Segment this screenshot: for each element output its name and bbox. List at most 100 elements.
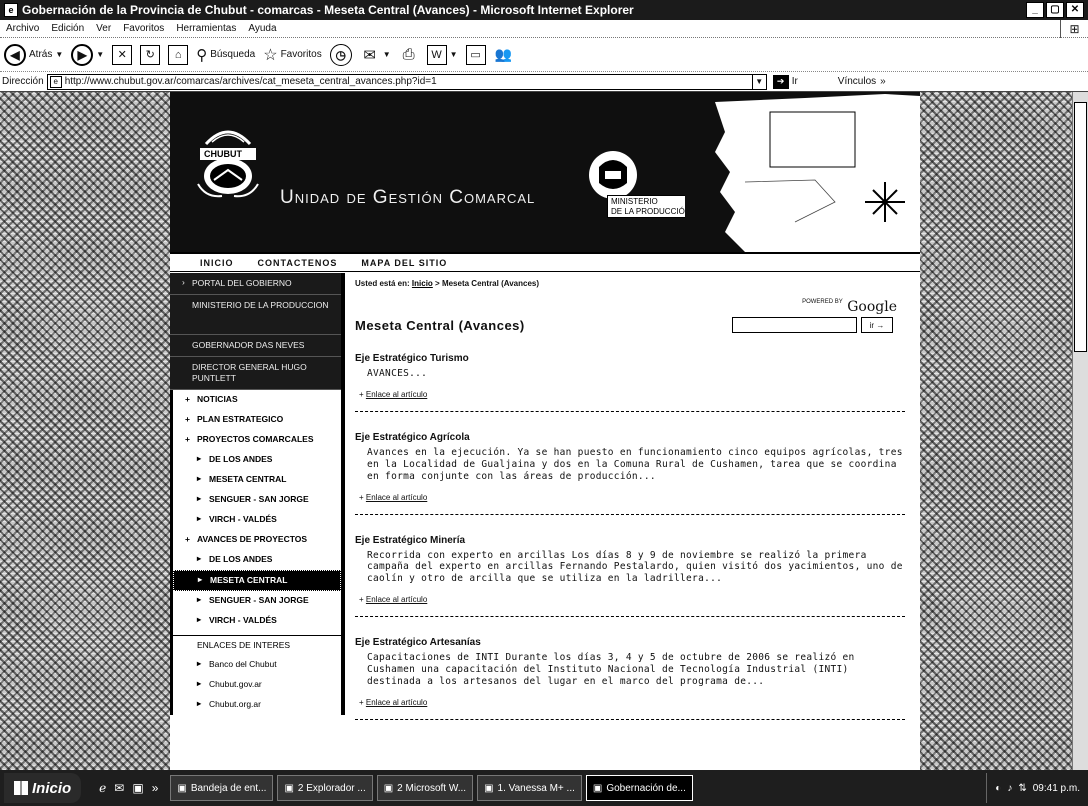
taskbar-task[interactable]: ▣ Bandeja de ent... — [170, 775, 274, 801]
sidebar-item-portal[interactable]: PORTAL DEL GOBIERNO — [170, 273, 341, 296]
breadcrumb: Usted está en: Inicio > Meseta Central (… — [355, 279, 905, 288]
taskbar-task[interactable]: ▣ Gobernación de... — [585, 775, 693, 801]
sidebar-nav-item[interactable]: NOTICIAS — [173, 390, 341, 410]
chubut-coat-of-arms-icon[interactable]: CHUBUT — [192, 114, 264, 204]
taskbar-task[interactable]: ▣ 2 Microsoft W... — [376, 775, 474, 801]
plus-icon: + — [359, 697, 366, 707]
network-icon[interactable]: ⇅ — [1018, 783, 1026, 794]
home-button[interactable]: ⌂ — [168, 44, 189, 65]
menu-edicion[interactable]: Edición — [45, 23, 90, 34]
taskbar-task[interactable]: ▣ 1. Vanessa M+ ... — [477, 775, 582, 801]
ie-icon: e — [4, 3, 18, 17]
breadcrumb-home-link[interactable]: Inicio — [412, 279, 433, 288]
article-link-label[interactable]: Enlace al artículo — [366, 595, 427, 604]
chevron-down-icon[interactable]: ▼ — [96, 50, 104, 59]
chevron-right-icon[interactable]: » — [152, 781, 159, 795]
nav-mapa-del-sitio[interactable]: MAPA DEL SITIO — [361, 258, 447, 268]
address-url[interactable]: http://www.chubut.gov.ar/comarcas/archiv… — [65, 76, 752, 87]
ie-quicklaunch-icon[interactable]: ℯ — [99, 781, 106, 795]
sidebar-nav-item[interactable]: SENGUER - SAN JORGE — [173, 490, 341, 510]
search-label: Búsqueda — [210, 49, 256, 60]
nav-inicio[interactable]: INICIO — [200, 258, 234, 268]
scrollbar-thumb[interactable] — [1074, 102, 1087, 352]
back-button[interactable]: ◀ Atrás ▼ — [4, 43, 63, 66]
history-button[interactable]: ◷ — [329, 43, 352, 66]
vertical-scrollbar[interactable] — [1072, 92, 1088, 770]
sidebar-nav-item[interactable]: AVANCES DE PROYECTOS — [173, 530, 341, 550]
menu-archivo[interactable]: Archivo — [0, 23, 45, 34]
edit-button[interactable]: W ▼ — [426, 44, 458, 65]
article-link[interactable]: + Enlace al artículo — [355, 698, 905, 707]
desktop-quicklaunch-icon[interactable]: ▣ — [132, 781, 143, 795]
chevron-right-icon[interactable]: » — [880, 76, 886, 87]
search-button[interactable]: ⚲ Búsqueda — [196, 46, 255, 64]
menu-favoritos[interactable]: Favoritos — [117, 23, 170, 34]
sidebar-nav-item[interactable]: MESETA CENTRAL — [173, 570, 341, 592]
nav-contactenos[interactable]: CONTACTENOS — [258, 258, 338, 268]
tray-icon[interactable]: ◐ — [995, 783, 1001, 794]
stop-icon: ✕ — [112, 44, 133, 65]
sidebar-nav-item[interactable]: DE LOS ANDES — [173, 450, 341, 470]
taskbar: Inicio ℯ ✉ ▣ » ▣ Bandeja de ent... ▣ 2 Expl… — [0, 770, 1088, 806]
chevron-down-icon[interactable]: ▼ — [751, 74, 766, 89]
chevron-down-icon[interactable]: ▼ — [55, 50, 63, 59]
article-link[interactable]: + Enlace al artículo — [355, 595, 905, 604]
external-link[interactable]: Chubut.gov.ar — [173, 675, 341, 695]
sidebar-item-director[interactable]: DIRECTOR GENERAL HUGO PUNTLETT — [170, 357, 341, 391]
sidebar-nav-item[interactable]: SENGUER - SAN JORGE — [173, 591, 341, 611]
maximize-button[interactable]: ▢ — [1046, 2, 1064, 18]
close-button[interactable]: ✕ — [1066, 2, 1084, 18]
external-link[interactable]: Banco del Chubut — [173, 655, 341, 675]
sidebar-nav-item[interactable]: PROYECTOS COMARCALES — [173, 430, 341, 450]
messenger-button[interactable]: 👥 — [494, 45, 514, 65]
minimize-button[interactable]: _ — [1026, 2, 1044, 18]
ministerio-line1: MINISTERIO — [611, 197, 658, 206]
taskbar-task[interactable]: ▣ 2 Explorador ... — [277, 775, 373, 801]
menu-ver[interactable]: Ver — [90, 23, 117, 34]
outlook-quicklaunch-icon[interactable]: ✉ — [114, 781, 124, 795]
window-icon: ▣ — [592, 782, 603, 794]
volume-icon[interactable]: ♪ — [1007, 783, 1012, 794]
web-page: CHUBUT Unidad de Gestión Comarcal MINIST… — [170, 92, 920, 770]
stop-button[interactable]: ✕ — [112, 44, 133, 65]
mail-button[interactable]: ✉ ▼ — [360, 45, 391, 65]
article-item: Eje Estratégico Minería Recorrida con exp… — [355, 535, 905, 618]
sidebar-item-gobernador[interactable]: GOBERNADOR DAS NEVES — [170, 335, 341, 358]
print-button[interactable]: ⎙ — [399, 45, 419, 65]
address-input[interactable]: e http://www.chubut.gov.ar/comarcas/arch… — [46, 73, 767, 90]
sidebar-nav-item[interactable]: PLAN ESTRATEGICO — [173, 410, 341, 430]
window-icon: ▣ — [177, 782, 187, 794]
search-submit-button[interactable]: ir → — [861, 317, 893, 333]
menu-herramientas[interactable]: Herramientas — [170, 23, 242, 34]
article-link-label[interactable]: Enlace al artículo — [366, 390, 427, 399]
go-button[interactable]: ➔ Ir — [772, 74, 798, 89]
clock[interactable]: 09:41 p.m. — [1033, 783, 1080, 794]
article-link[interactable]: + Enlace al artículo — [355, 390, 905, 399]
links-button[interactable]: Vínculos — [838, 76, 876, 87]
start-button[interactable]: Inicio — [4, 773, 82, 803]
discuss-button[interactable]: ▭ — [465, 44, 486, 65]
go-arrow-icon: ➔ — [772, 74, 789, 89]
background-pattern-left — [0, 92, 170, 770]
chevron-down-icon[interactable]: ▼ — [383, 50, 391, 59]
sidebar-item-ministerio[interactable]: MINISTERIO DE LA PRODUCCION — [170, 295, 341, 336]
forward-arrow-icon: ▶ — [71, 43, 94, 66]
refresh-button[interactable]: ↻ — [140, 44, 161, 65]
sidebar-nav-item[interactable]: DE LOS ANDES — [173, 550, 341, 570]
article-link-label[interactable]: Enlace al artículo — [366, 493, 427, 502]
sidebar-nav-item[interactable]: MESETA CENTRAL — [173, 470, 341, 490]
sidebar-nav-item[interactable]: VIRCH - VALDÉS — [173, 611, 341, 631]
favorites-button[interactable]: ☆ Favoritos — [263, 45, 321, 65]
ministerio-logo[interactable]: MINISTERIO DE LA PRODUCCIÓN — [575, 147, 695, 237]
sidebar-nav-item[interactable]: VIRCH - VALDÉS — [173, 510, 341, 530]
system-tray: ◐ ♪ ⇅ 09:41 p.m. — [986, 773, 1088, 803]
article-link-label[interactable]: Enlace al artículo — [366, 698, 427, 707]
address-label: Dirección — [2, 76, 44, 87]
external-link[interactable]: Chubut.org.ar — [173, 695, 341, 715]
back-arrow-icon: ◀ — [4, 43, 26, 66]
search-input[interactable] — [732, 317, 857, 333]
forward-button[interactable]: ▶ ▼ — [71, 43, 104, 66]
chevron-down-icon[interactable]: ▼ — [450, 50, 458, 59]
article-link[interactable]: + Enlace al artículo — [355, 493, 905, 502]
menu-ayuda[interactable]: Ayuda — [242, 23, 282, 34]
